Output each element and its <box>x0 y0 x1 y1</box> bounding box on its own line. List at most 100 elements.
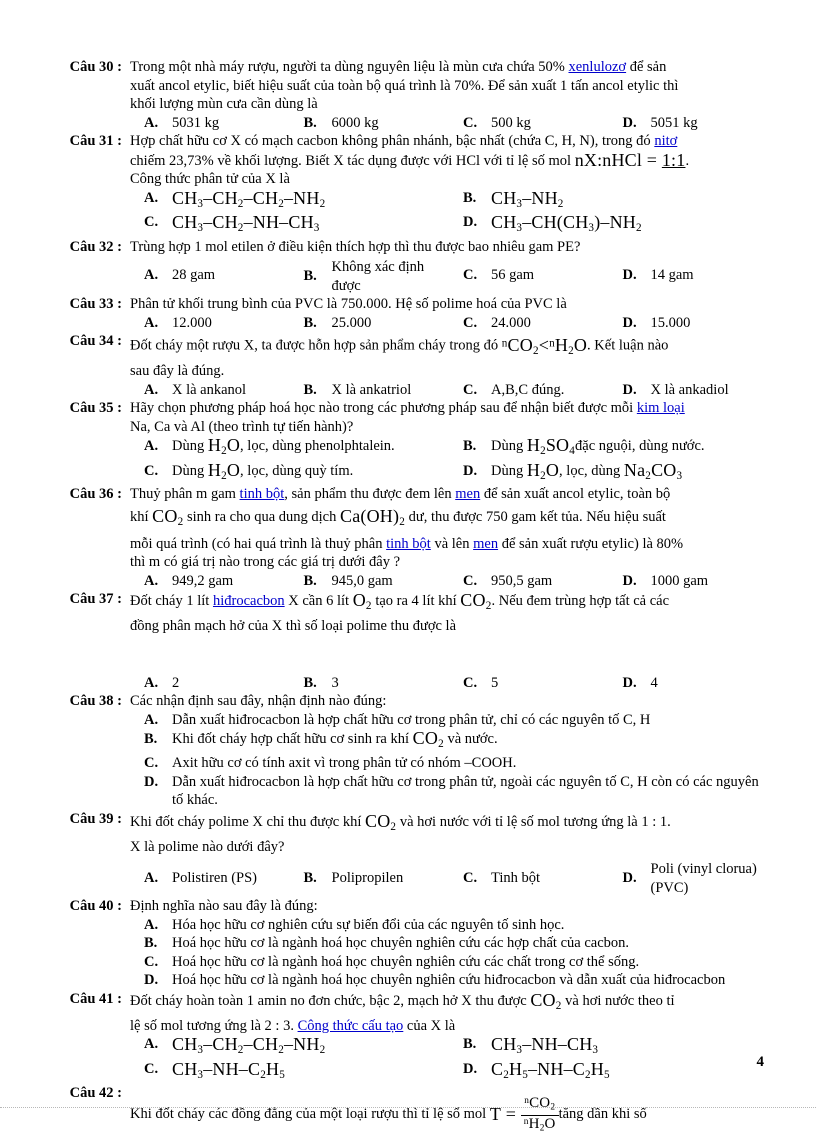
answer-option[interactable]: D. 5051 kg <box>609 114 769 133</box>
answer-option[interactable]: C. 950,5 gam <box>449 572 609 591</box>
answer-option[interactable]: C. A,B,C đúng. <box>449 381 609 400</box>
answer-option[interactable]: D. 15.000 <box>609 314 769 333</box>
answer-option[interactable]: B. X là ankatriol <box>290 381 450 400</box>
answer-option[interactable]: A. CH3–CH2–CH2–NH2 <box>130 188 449 214</box>
answer-key: D. <box>144 972 159 989</box>
answers-41-row1: A. CH3–CH2–CH2–NH2 B. CH3–NH–CH3 <box>58 1035 768 1060</box>
stem-text: . <box>685 152 690 169</box>
answer-option[interactable]: C. 56 gam <box>449 258 609 292</box>
answer-option[interactable]: C. Hoá học hữu cơ là ngành hoá học chuyên… <box>130 953 768 972</box>
answer-option[interactable]: B. 3 <box>290 674 450 693</box>
answer-option[interactable]: C. CH3–NH–C2H5 <box>130 1060 449 1085</box>
answer-option[interactable]: D. 4 <box>609 674 769 693</box>
question-label-31: Câu 31 : <box>69 133 122 149</box>
answer-option[interactable]: B. Hoá học hữu cơ là ngành hoá học chuyên… <box>130 934 768 953</box>
question-label-37: Câu 37 : <box>69 591 122 608</box>
answer-text: 950,5 gam <box>491 572 553 589</box>
answer-text: 5 <box>491 674 499 691</box>
question-stem-36: Thuỷ phân m gam tinh bột, sản phẩm thu đ… <box>130 485 768 572</box>
answer-option[interactable]: B. 25.000 <box>290 314 450 333</box>
answer-option[interactable]: B. Polipropilen <box>290 860 450 896</box>
answer-option[interactable]: C. 5 <box>449 674 609 693</box>
answer-option[interactable]: D. Poli (vinyl clorua) (PVC) <box>609 860 769 897</box>
stem-line: Thuỷ phân m gam tinh bột, sản phẩm thu đ… <box>130 485 768 504</box>
answer-option[interactable]: B. 945,0 gam <box>290 572 450 591</box>
answer-formula: CH3–CH2–CH2–NH2 <box>172 1034 326 1057</box>
answer-option[interactable]: D. Dẫn xuất hiđrocacbon là hợp chất hữu c… <box>130 773 768 810</box>
answer-38-a: A. Dẫn xuất hiđrocacbon là hợp chất hữu c… <box>58 711 768 730</box>
answer-option[interactable]: D. 14 gam <box>609 258 769 292</box>
stem-text: Đốt cháy hoàn toàn 1 amin no đơn chức, b… <box>130 992 531 1009</box>
answer-option[interactable]: C. 24.000 <box>449 314 609 333</box>
stem-line: X là polime nào dưới đây? <box>130 838 285 855</box>
link-tinh-bot[interactable]: tinh bột <box>386 536 431 552</box>
question-block-32: Câu 32 : Trùng hợp 1 mol etilen ở điều k… <box>58 238 768 257</box>
answer-option[interactable]: C. Dùng H2O, lọc, dùng quỳ tím. <box>130 460 449 486</box>
answer-option[interactable]: C. Tinh bột <box>449 860 609 896</box>
formula-co2: CO2 <box>365 810 397 833</box>
formula-nx-nhcl: nX:nHCl = 1:1 <box>574 149 686 170</box>
stem-text: của X là <box>403 1017 456 1034</box>
link-men[interactable]: men <box>455 486 480 502</box>
question-label-42: Câu 42 : <box>69 1085 122 1102</box>
answer-option[interactable]: B. CH3–NH2 <box>449 188 768 214</box>
stem-text: Hãy chọn phương pháp hoá học nào trong c… <box>130 400 637 416</box>
question-stem-40: Định nghĩa nào sau đây là đúng: <box>130 897 768 916</box>
answer-text-post: đặc nguội, dùng nước. <box>575 438 705 454</box>
formula-h2so4: H2SO4 <box>526 435 576 458</box>
link-nito[interactable]: nitơ <box>654 133 677 149</box>
answer-option[interactable]: A. X là ankanol <box>130 381 290 400</box>
link-xenlulozo[interactable]: xenlulozơ <box>568 59 626 75</box>
answer-text: 24.000 <box>491 314 531 331</box>
link-hidrocacbon[interactable]: hiđrocacbon <box>213 593 285 609</box>
answer-option[interactable]: C. CH3–CH2–NH–CH3 <box>130 213 449 238</box>
answer-option[interactable]: D. 1000 gam <box>609 572 769 591</box>
answer-key: D. <box>463 214 478 231</box>
footer-divider <box>0 1107 816 1109</box>
answer-option[interactable]: B. Khi đốt cháy hợp chất hữu cơ sinh ra k… <box>130 729 768 754</box>
answer-text-pre: Khi đốt cháy hợp chất hữu cơ sinh ra khí <box>172 731 413 748</box>
question-stem-33: Phân tử khối trung bình của PVC là 750.0… <box>130 295 768 314</box>
answer-option[interactable]: C. Axit hữu cơ có tính axit vì trong phân… <box>130 754 768 773</box>
answer-option[interactable]: A. 2 <box>130 674 290 693</box>
answer-option[interactable]: A. Hóa học hữu cơ nghiên cứu sự biến đổi … <box>130 916 768 935</box>
answer-option[interactable]: A. CH3–CH2–CH2–NH2 <box>130 1035 449 1060</box>
link-tinh-bot[interactable]: tinh bột <box>240 486 285 502</box>
answer-text: Dùng H2O, lọc, dùng phenolphtalein. <box>170 436 395 461</box>
answer-option[interactable]: B. Dùng H2SO4đặc nguội, dùng nước. <box>449 436 768 461</box>
answer-option[interactable]: A. Dẫn xuất hiđrocacbon là hợp chất hữu c… <box>130 711 768 730</box>
stem-text: Trong một nhà máy rượu, người ta dùng ng… <box>130 59 569 75</box>
answer-option[interactable]: A. Polistiren (PS) <box>130 860 290 896</box>
answer-key: A. <box>144 572 159 589</box>
answer-option[interactable]: D. Hoá học hữu cơ là ngành hoá học chuyên… <box>130 971 768 990</box>
answer-text-post: , lọc, dùng phenolphtalein. <box>240 438 395 454</box>
answer-key: C. <box>144 755 159 772</box>
link-cong-thuc-cau-tao[interactable]: Công thức cấu tạo <box>298 1018 404 1034</box>
link-men[interactable]: men <box>473 536 498 552</box>
answer-option[interactable]: D. Dùng H2O, lọc, dùng Na2CO3 <box>449 460 768 486</box>
answer-option[interactable]: D. CH3–CH(CH3)–NH2 <box>449 213 768 238</box>
answer-option[interactable]: A. 949,2 gam <box>130 572 290 591</box>
answer-option[interactable]: D. C2H5–NH–C2H5 <box>449 1060 768 1085</box>
answer-option[interactable]: A. 12.000 <box>130 314 290 333</box>
answer-text-post: và nước. <box>443 731 498 748</box>
stem-line: Các nhận định sau đây, nhận định nào đún… <box>130 693 387 710</box>
stem-text: dư, thu được 750 gam kết tủa. Nếu hiệu s… <box>404 508 666 525</box>
formula-co2: CO2 <box>460 590 492 613</box>
answer-option[interactable]: B. CH3–NH–CH3 <box>449 1035 768 1060</box>
question-stem-30: Trong một nhà máy rượu, người ta dùng ng… <box>130 58 768 114</box>
answer-option[interactable]: A. Dùng H2O, lọc, dùng phenolphtalein. <box>130 436 449 461</box>
stem-line: Khi đốt cháy polime X chỉ thu được khí C… <box>130 810 768 838</box>
answer-option[interactable]: C. 500 kg <box>449 114 609 133</box>
answer-key: D. <box>622 674 637 691</box>
answer-key: B. <box>463 1036 477 1053</box>
answer-option[interactable]: A. 28 gam <box>130 258 290 292</box>
answer-formula: CH3–NH–C2H5 <box>172 1058 285 1081</box>
answer-key: A. <box>144 674 159 691</box>
answer-option[interactable]: B. Không xác định được <box>290 258 450 295</box>
answer-option[interactable]: B. 6000 kg <box>290 114 450 133</box>
link-kim-loai[interactable]: kim loại <box>637 400 685 416</box>
answer-option[interactable]: D. X là ankadiol <box>609 381 769 400</box>
answer-option[interactable]: A. 5031 kg <box>130 114 290 133</box>
stem-text: và hơi nước với tỉ lệ số mol tương ứng l… <box>396 813 671 830</box>
